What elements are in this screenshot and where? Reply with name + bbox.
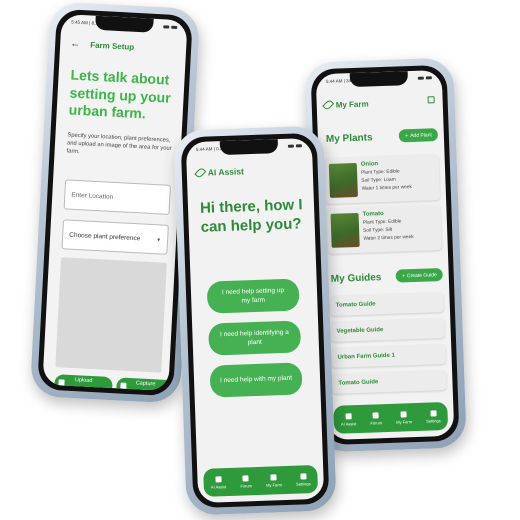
plant-preference-select[interactable]: Choose plant preference ▼ xyxy=(61,219,169,255)
upload-button[interactable]: Upload xyxy=(53,374,113,392)
nav-forum[interactable]: Forum xyxy=(240,474,253,489)
status-icons xyxy=(163,25,178,30)
ai-assist-heading: Hi there, how I can help you? xyxy=(199,196,303,236)
notch xyxy=(95,15,154,33)
sparkle-icon xyxy=(215,475,222,482)
notch xyxy=(219,139,279,156)
plant-type: Plant Type: Edible xyxy=(361,169,400,176)
my-plants-title: My Plants xyxy=(325,132,373,145)
my-guides-title: My Guides xyxy=(330,272,382,285)
image-preview-area xyxy=(55,257,167,373)
status-icons xyxy=(417,76,432,80)
nav-settings[interactable]: Settings xyxy=(426,409,441,424)
help-option-my-plant[interactable]: I need help with my plant xyxy=(209,362,303,398)
create-guide-button[interactable]: + Create Guide xyxy=(395,268,443,283)
guide-item[interactable]: Tomato Guide xyxy=(332,369,447,394)
farm-setup-heading: Lets talk about setting up your urban fa… xyxy=(68,66,172,122)
nav-my-farm[interactable]: My Farm xyxy=(266,473,283,488)
nav-label: Forum xyxy=(240,482,253,489)
page-title: My Farm xyxy=(335,98,369,110)
my-farm-screen: 5:44 AM | 340KB/s My Farm My Plants + Ad… xyxy=(315,69,455,441)
nav-label: Settings xyxy=(296,480,311,487)
signal-icon xyxy=(163,25,170,29)
help-option-identify-plant[interactable]: I need help identifying a plant xyxy=(208,320,302,356)
phone-ai-assist: 5:44 AM | 0.2KB/s AI Assist Hi there, ho… xyxy=(173,125,337,516)
gear-icon xyxy=(299,472,307,480)
phone-bezel: 5:45 AM | 8.3KB/s ← Farm Setup Lets talk… xyxy=(37,8,193,397)
phone-bezel: 5:44 AM | 340KB/s My Farm My Plants + Ad… xyxy=(310,64,460,446)
nav-label: Settings xyxy=(426,417,441,424)
notch xyxy=(349,71,409,88)
camera-icon xyxy=(120,382,127,390)
plant-preference-label: Choose plant preference xyxy=(69,231,141,243)
signal-icon xyxy=(287,144,294,148)
people-icon xyxy=(242,474,250,482)
plant-name: Onion xyxy=(360,161,379,168)
plant-photo xyxy=(330,212,360,248)
water-schedule: Water 2 times per week xyxy=(363,234,414,242)
water-schedule: Water 1 times per week xyxy=(361,185,412,192)
nav-my-farm[interactable]: My Farm xyxy=(396,410,413,425)
farm-setup-description: Specify your location, plant preferences… xyxy=(66,132,172,155)
nav-label: AI Assist xyxy=(210,483,227,490)
soil-type: Soil Type: Silt xyxy=(363,227,393,234)
sparkle-icon xyxy=(345,412,352,419)
bottom-nav: AI Assist Forum My Farm Settings xyxy=(333,401,449,434)
nav-ai-assist[interactable]: AI Assist xyxy=(340,412,357,427)
leaf-logo-icon xyxy=(322,98,335,111)
plant-icon xyxy=(270,473,277,481)
ai-assist-screen: 5:44 AM | 0.2KB/s AI Assist Hi there, ho… xyxy=(185,137,325,504)
people-icon xyxy=(372,411,380,419)
mockup-stage: 5:45 AM | 8.3KB/s ← Farm Setup Lets talk… xyxy=(0,0,520,520)
leaf-logo-icon xyxy=(194,166,207,179)
help-option-setup-farm[interactable]: I need help setting up my farm xyxy=(206,278,300,314)
phone-bezel: 5:44 AM | 0.2KB/s AI Assist Hi there, ho… xyxy=(180,132,330,509)
guide-item[interactable]: Tomato Guide xyxy=(329,291,445,316)
ai-assist-header: AI Assist xyxy=(194,164,303,179)
soil-type: Soil Type: Loam xyxy=(361,177,396,184)
nav-label: AI Assist xyxy=(340,420,357,427)
upload-label: Upload xyxy=(74,377,93,385)
farm-setup-header: ← Farm Setup xyxy=(70,38,176,55)
plant-card[interactable]: Tomato Plant Type: Edible Soil Type: Sil… xyxy=(326,204,442,254)
capture-label: Capture xyxy=(135,380,156,388)
nav-label: My Farm xyxy=(266,481,283,488)
capture-button[interactable]: Capture xyxy=(115,377,175,392)
add-plant-label: Add Plant xyxy=(410,131,432,139)
signal-icon xyxy=(417,76,424,80)
nav-forum[interactable]: Forum xyxy=(370,411,383,426)
nav-ai-assist[interactable]: AI Assist xyxy=(210,475,227,490)
battery-icon xyxy=(295,144,302,148)
logout-icon[interactable] xyxy=(427,96,435,104)
bottom-nav: AI Assist Forum My Farm Settings xyxy=(203,464,319,497)
page-title: AI Assist xyxy=(207,166,245,178)
upload-icon xyxy=(58,379,65,387)
my-farm-header: My Farm xyxy=(322,96,435,111)
guide-item[interactable]: Urban Farm Guide 1 xyxy=(331,343,446,368)
plant-name: Tomato xyxy=(362,211,384,218)
page-title: Farm Setup xyxy=(89,40,135,52)
phone-farm-setup: 5:45 AM | 8.3KB/s ← Farm Setup Lets talk… xyxy=(29,1,201,404)
plant-card[interactable]: Onion Plant Type: Edible Soil Type: Loam… xyxy=(324,154,441,205)
nav-label: My Farm xyxy=(396,418,413,425)
farm-setup-screen: 5:45 AM | 8.3KB/s ← Farm Setup Lets talk… xyxy=(42,13,188,392)
nav-settings[interactable]: Settings xyxy=(296,472,311,487)
gear-icon xyxy=(430,409,437,417)
back-arrow-icon[interactable]: ← xyxy=(70,38,81,50)
create-guide-label: Create Guide xyxy=(406,271,437,279)
add-plant-button[interactable]: + Add Plant xyxy=(399,128,439,143)
battery-icon xyxy=(425,76,432,80)
plus-icon: + xyxy=(405,132,409,139)
battery-icon xyxy=(171,25,178,30)
nav-label: Forum xyxy=(370,419,383,426)
caret-down-icon: ▼ xyxy=(155,237,162,244)
plant-icon xyxy=(400,410,407,418)
plant-photo xyxy=(328,162,358,198)
plant-type: Plant Type: Edible xyxy=(362,219,402,226)
status-icons xyxy=(287,144,302,148)
guide-item[interactable]: Vegetable Guide xyxy=(330,317,445,342)
location-input[interactable]: Enter Location xyxy=(63,179,171,215)
plus-icon: + xyxy=(401,272,406,279)
